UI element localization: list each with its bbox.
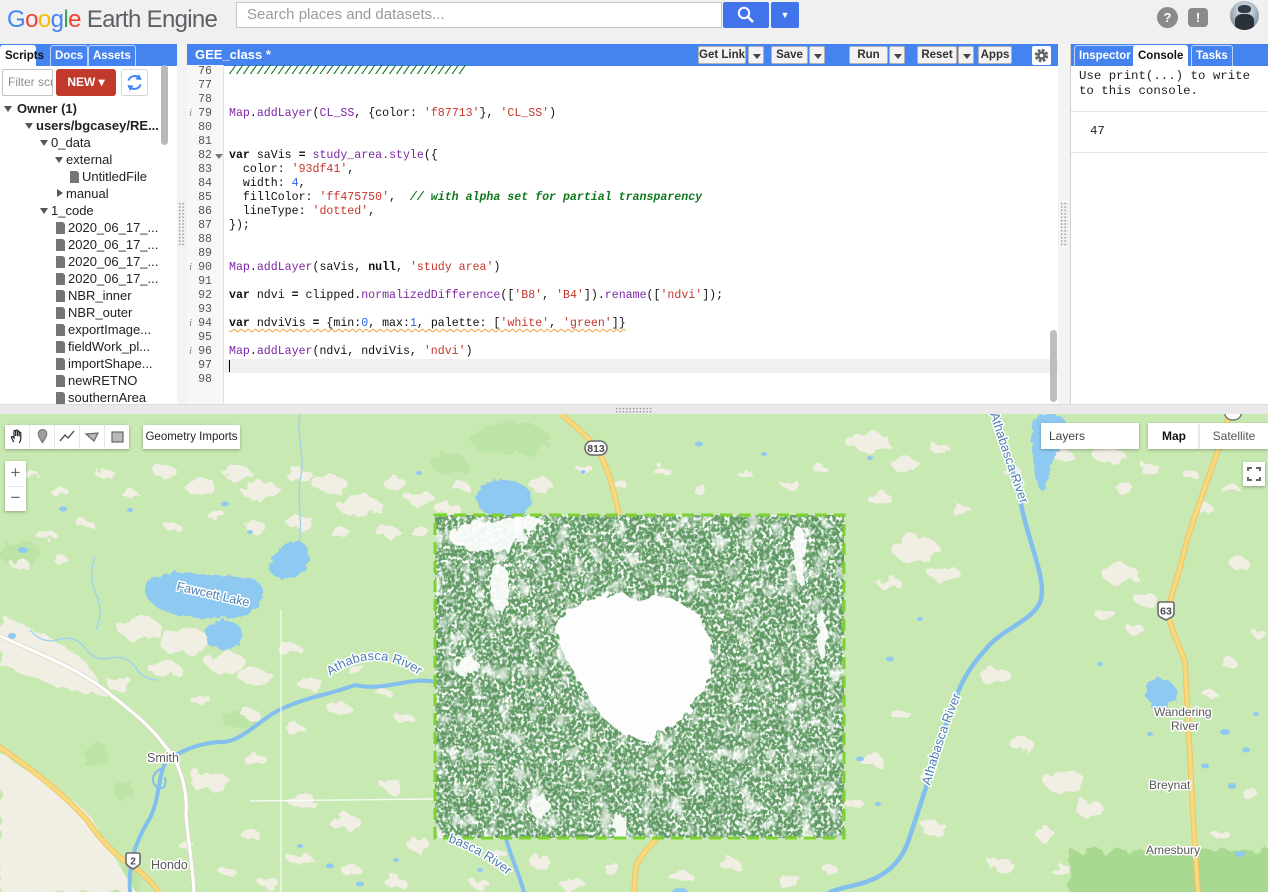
svg-text:2: 2: [130, 857, 136, 868]
svg-text:Smith: Smith: [147, 751, 179, 765]
svg-text:813: 813: [587, 443, 605, 455]
svg-text:63: 63: [1160, 606, 1172, 618]
svg-text:River: River: [1171, 719, 1199, 733]
svg-text:Amesbury: Amesbury: [1146, 843, 1200, 857]
svg-text:Hondo: Hondo: [151, 858, 188, 872]
svg-text:Breynat: Breynat: [1149, 778, 1191, 792]
svg-text:Wandering: Wandering: [1154, 705, 1212, 719]
